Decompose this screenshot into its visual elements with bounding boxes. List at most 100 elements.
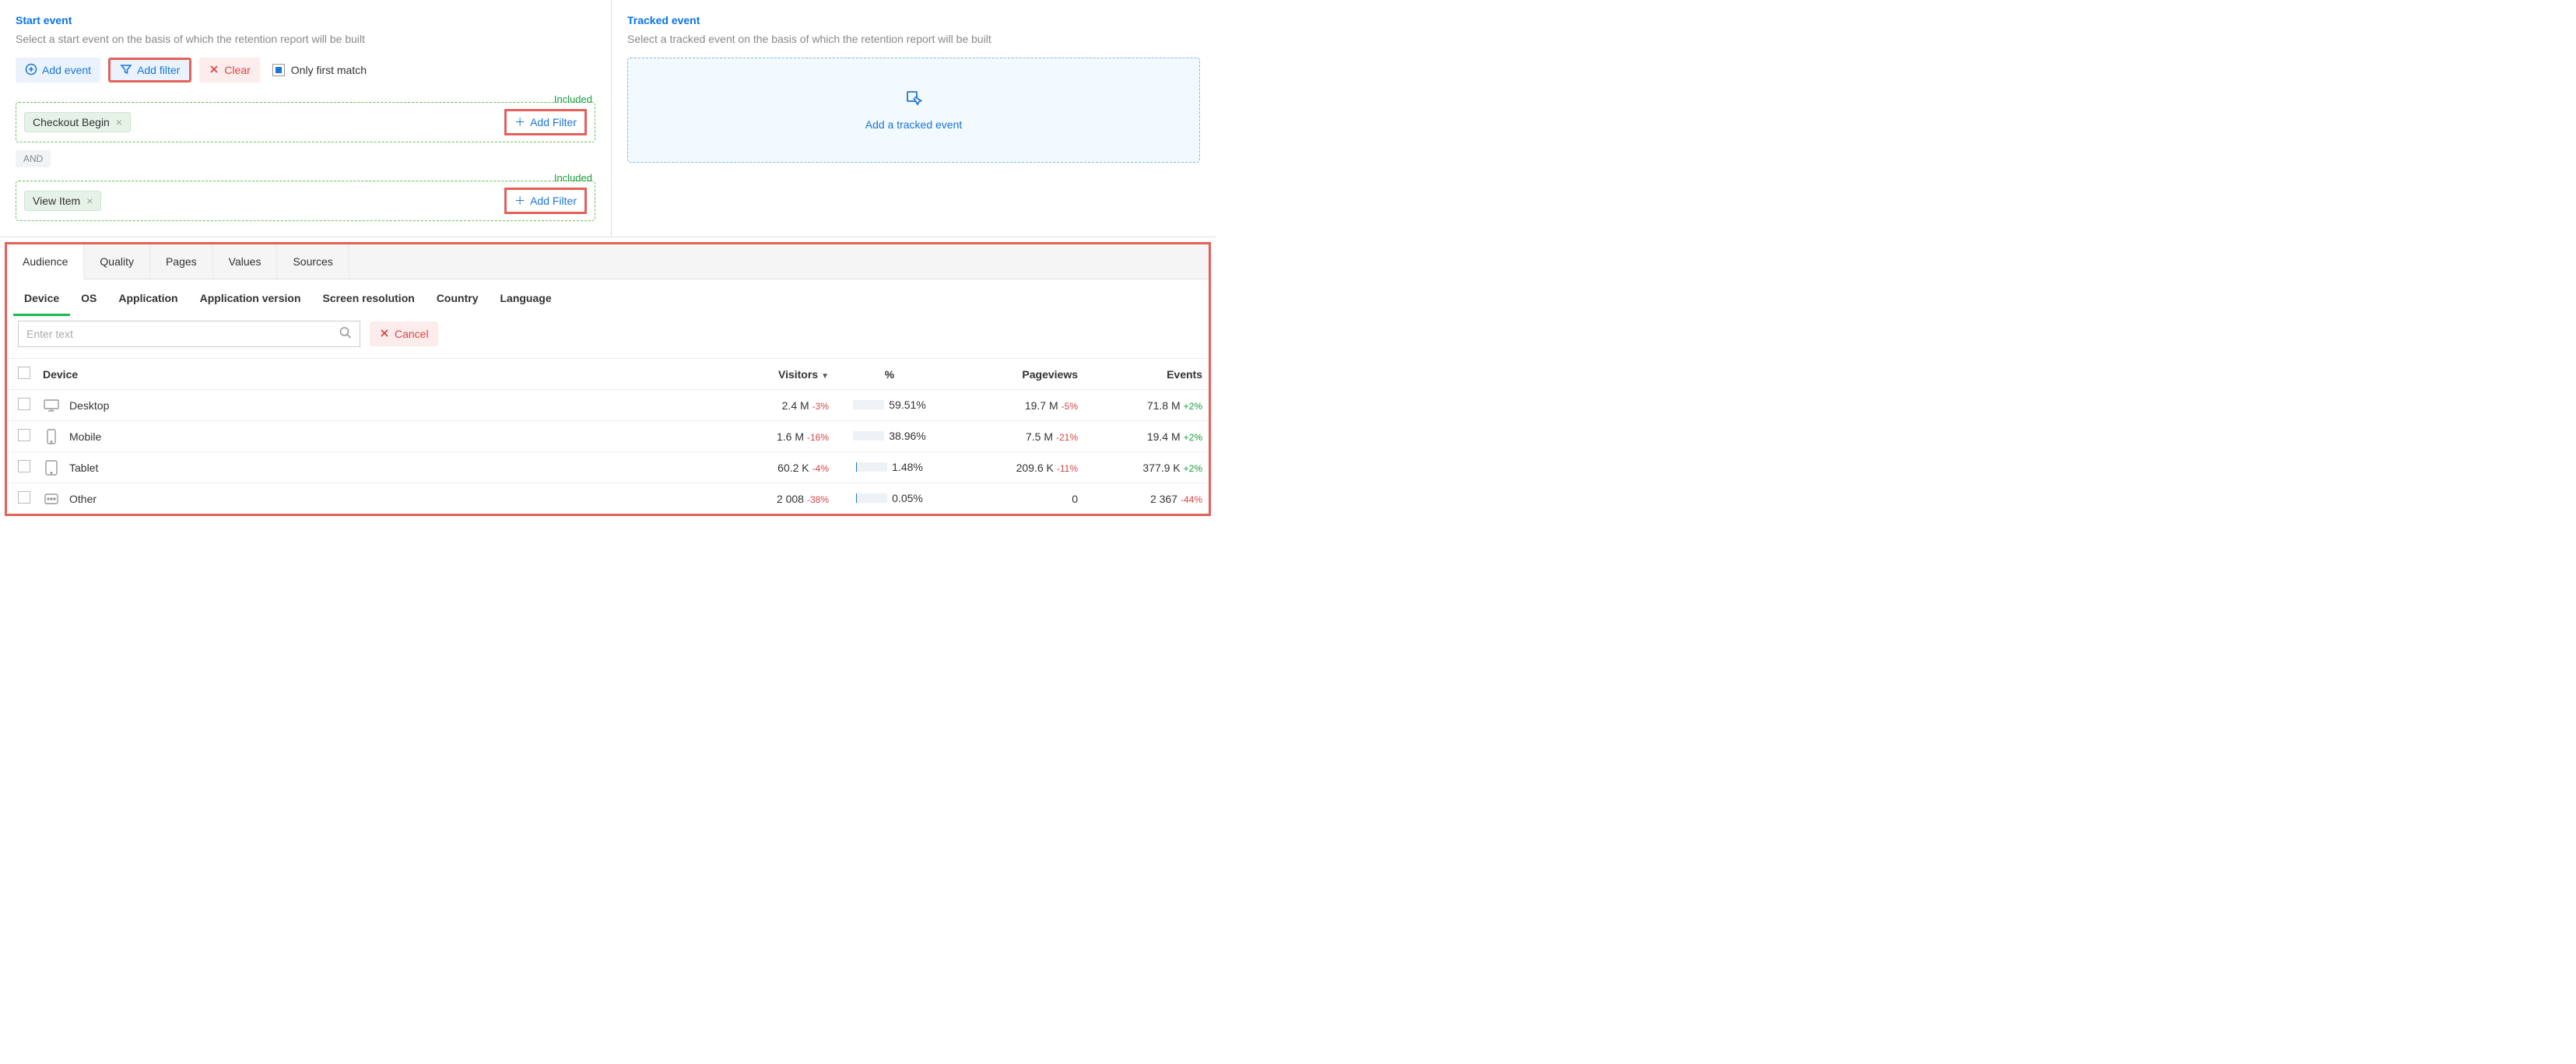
pageviews-value: 209.6 K: [1016, 462, 1054, 474]
percent-value: 38.96%: [889, 430, 925, 442]
col-device[interactable]: Device: [37, 359, 734, 390]
event-chip[interactable]: View Item ×: [24, 191, 101, 211]
device-name: Desktop: [69, 399, 109, 412]
sort-desc-icon: ▼: [821, 372, 829, 381]
add-filter-button[interactable]: Add filter: [108, 58, 191, 83]
event-chip-label: Checkout Begin: [33, 116, 110, 128]
cancel-button[interactable]: Cancel: [370, 321, 438, 346]
only-first-match-toggle[interactable]: Only first match: [272, 64, 367, 76]
events-delta: +2%: [1184, 432, 1202, 443]
tracked-drop-label: Add a tracked event: [865, 118, 963, 131]
percent-value: 0.05%: [892, 492, 923, 504]
add-event-label: Add event: [42, 64, 91, 76]
percent-value: 59.51%: [889, 399, 925, 411]
tab-values[interactable]: Values: [213, 244, 278, 279]
row-checkbox[interactable]: [18, 429, 30, 441]
subtab-country[interactable]: Country: [426, 279, 490, 316]
other-icon: [43, 492, 60, 506]
start-event-item: Checkout Begin × ＋ Add Filter: [16, 102, 595, 142]
add-filter-label: Add filter: [137, 64, 180, 76]
table-row: Other2 008-38%0.05%02 367-44%: [7, 483, 1209, 514]
visitors-value: 60.2 K: [777, 462, 809, 474]
plus-icon: ＋: [514, 114, 525, 130]
close-icon: [379, 328, 390, 341]
filter-row: Cancel: [7, 316, 1209, 358]
cancel-label: Cancel: [395, 328, 429, 340]
add-filter-inline-label: Add Filter: [530, 195, 577, 207]
remove-icon[interactable]: ×: [86, 195, 93, 207]
only-first-label: Only first match: [291, 64, 367, 76]
cursor-click-icon: [905, 90, 922, 109]
tablet-icon: [43, 461, 60, 475]
main-tabs: Audience Quality Pages Values Sources: [7, 244, 1209, 279]
pageviews-value: 0: [1072, 493, 1078, 505]
row-checkbox[interactable]: [18, 398, 30, 410]
tab-quality[interactable]: Quality: [84, 244, 150, 279]
start-event-item: View Item × ＋ Add Filter: [16, 181, 595, 221]
row-checkbox[interactable]: [18, 460, 30, 472]
pageviews-value: 19.7 M: [1025, 399, 1058, 412]
sub-tabs: Device OS Application Application versio…: [7, 279, 1209, 316]
row-checkbox[interactable]: [18, 491, 30, 504]
clear-button[interactable]: Clear: [199, 58, 259, 83]
percent-bar: 38.96%: [853, 430, 925, 442]
desktop-icon: [43, 399, 60, 413]
checkbox-icon: [272, 64, 285, 76]
subtab-screen-resolution[interactable]: Screen resolution: [312, 279, 426, 316]
visitors-value: 1.6 M: [777, 430, 804, 443]
col-pageviews[interactable]: Pageviews: [944, 359, 1084, 390]
add-filter-inline-button[interactable]: ＋ Add Filter: [504, 188, 587, 214]
device-table: Device Visitors▼ % Pageviews Events Desk…: [7, 358, 1209, 514]
add-tracked-event-dropzone[interactable]: Add a tracked event: [627, 58, 1200, 163]
table-row: Desktop2.4 M-3%59.51%19.7 M-5%71.8 M+2%: [7, 390, 1209, 421]
tracked-event-title: Tracked event: [627, 14, 1200, 26]
table-row: Mobile1.6 M-16%38.96%7.5 M-21%19.4 M+2%: [7, 421, 1209, 452]
subtab-app-version[interactable]: Application version: [189, 279, 312, 316]
events-value: 377.9 K: [1142, 462, 1180, 474]
close-icon: [209, 64, 219, 77]
col-percent[interactable]: %: [835, 359, 944, 390]
start-event-title: Start event: [16, 14, 595, 26]
select-all-checkbox[interactable]: [18, 367, 30, 379]
visitors-delta: -3%: [812, 401, 829, 412]
start-event-desc: Select a start event on the basis of whi…: [16, 33, 595, 45]
add-event-button[interactable]: Add event: [16, 58, 100, 83]
tab-pages[interactable]: Pages: [150, 244, 213, 279]
events-delta: +2%: [1184, 463, 1202, 474]
table-row: Tablet60.2 K-4%1.48%209.6 K-11%377.9 K+2…: [7, 452, 1209, 483]
plus-circle-icon: [25, 63, 37, 78]
visitors-delta: -4%: [812, 463, 829, 474]
percent-bar: 1.48%: [856, 461, 923, 473]
events-delta: +2%: [1184, 401, 1202, 412]
subtab-language[interactable]: Language: [489, 279, 562, 316]
plus-icon: ＋: [514, 193, 525, 209]
device-name: Other: [69, 493, 97, 505]
events-value: 71.8 M: [1147, 399, 1181, 412]
remove-icon[interactable]: ×: [116, 116, 122, 128]
add-filter-inline-button[interactable]: ＋ Add Filter: [504, 109, 587, 135]
col-events[interactable]: Events: [1084, 359, 1209, 390]
filter-dimensions-panel: Audience Quality Pages Values Sources De…: [5, 242, 1211, 516]
and-connector: AND: [16, 150, 51, 167]
events-value: 2 367: [1150, 493, 1177, 505]
add-filter-inline-label: Add Filter: [530, 116, 577, 128]
device-name: Mobile: [69, 430, 101, 443]
percent-value: 1.48%: [892, 461, 923, 473]
col-visitors-label: Visitors: [778, 368, 818, 381]
subtab-device[interactable]: Device: [13, 279, 70, 316]
subtab-os[interactable]: OS: [70, 279, 107, 316]
tab-audience[interactable]: Audience: [7, 244, 84, 279]
clear-label: Clear: [224, 64, 250, 76]
events-delta: -44%: [1181, 494, 1202, 505]
mobile-icon: [43, 430, 60, 444]
filter-icon: [120, 63, 132, 78]
col-visitors[interactable]: Visitors▼: [734, 359, 835, 390]
search-input[interactable]: [18, 321, 360, 347]
event-chip[interactable]: Checkout Begin ×: [24, 112, 131, 132]
start-event-panel: Start event Select a start event on the …: [0, 0, 612, 237]
tab-sources[interactable]: Sources: [277, 244, 349, 279]
subtab-application[interactable]: Application: [107, 279, 188, 316]
device-name: Tablet: [69, 462, 98, 474]
event-chip-label: View Item: [33, 195, 80, 207]
tracked-event-desc: Select a tracked event on the basis of w…: [627, 33, 1200, 45]
